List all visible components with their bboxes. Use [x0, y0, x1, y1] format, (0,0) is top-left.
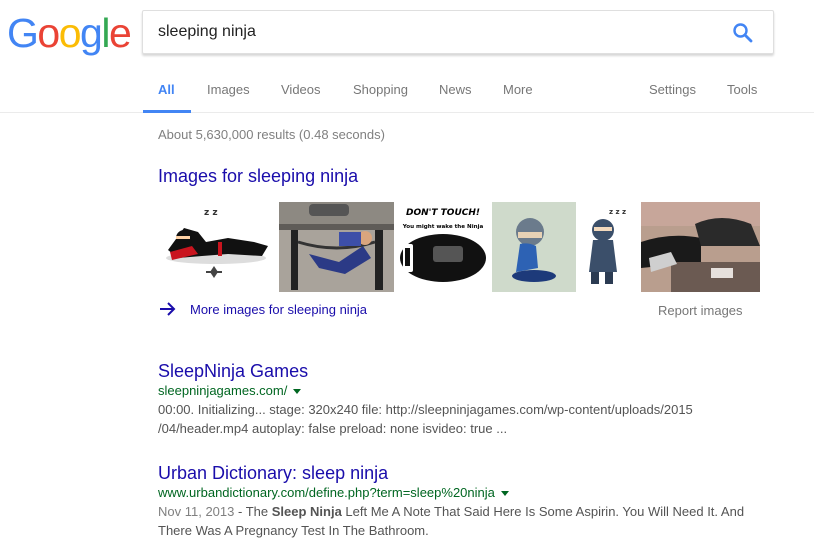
search-box [142, 10, 774, 54]
result-url-text: www.urbandictionary.com/define.php?term=… [158, 485, 495, 500]
logo-letter: g [80, 10, 103, 56]
snippet-highlight: Sleep Ninja [271, 504, 342, 519]
search-icon [733, 23, 753, 43]
result-snippet: 00:00. Initializing... stage: 320x240 fi… [158, 400, 758, 438]
image-thumbnail-2[interactable] [279, 202, 394, 292]
logo-letter: o [58, 10, 82, 56]
logo-letter: e [108, 10, 132, 56]
sleeping-ninja-cartoon-image: z z [158, 202, 274, 292]
result-url: www.urbandictionary.com/define.php?term=… [158, 484, 758, 502]
snippet-line: Nov 11, 2013 - The Sleep Ninja Left Me A… [158, 502, 758, 521]
snippet-line: There Was A Pregnancy Test In The Bathro… [158, 523, 429, 538]
header: Google All Images Videos Shopping News M… [0, 0, 814, 113]
dont-touch-text: DON'T TOUCH! [406, 208, 480, 218]
zzz-label: z z [204, 208, 218, 218]
people-sleeping-at-desks-photo [641, 202, 760, 292]
sleepy-ninja-cartoon-image: z z z [581, 202, 636, 292]
tab-shopping[interactable]: Shopping [353, 82, 408, 97]
report-images-link[interactable]: Report images [658, 303, 743, 318]
tab-news[interactable]: News [439, 82, 472, 97]
snippet-line: /04/header.mp4 autoplay: false preload: … [158, 421, 508, 436]
search-input[interactable] [158, 11, 718, 53]
wake-ninja-text: You might wake the Ninja [402, 224, 484, 230]
snippet-text: Left Me A Note That Said Here Is Some As… [341, 504, 745, 519]
images-heading-link[interactable]: Images for sleeping ninja [158, 166, 358, 187]
tab-images[interactable]: Images [207, 82, 250, 97]
url-dropdown-caret-icon[interactable] [500, 491, 509, 497]
snippet-text: - The [234, 504, 272, 519]
result-url-text: sleepninjagames.com/ [158, 383, 288, 398]
image-thumbnail-5[interactable]: z z z [581, 202, 636, 292]
image-thumbnail-1[interactable]: z z [158, 202, 274, 292]
result-snippet: Nov 11, 2013 - The Sleep Ninja Left Me A… [158, 502, 758, 540]
active-tab-indicator [143, 110, 191, 113]
url-dropdown-caret-icon[interactable] [293, 389, 302, 395]
arrow-right-icon [160, 302, 176, 316]
chibi-ninja-image [492, 202, 576, 292]
result-title-link[interactable]: SleepNinja Games [158, 360, 758, 382]
tab-bar: All Images Videos Shopping News More Set… [0, 75, 814, 113]
tab-settings[interactable]: Settings [649, 82, 696, 97]
zzz-label: z z z [609, 208, 626, 216]
logo-letter: G [7, 10, 39, 56]
dont-touch-sign-image: DON'T TOUCH! You might wake the Ninja [399, 202, 487, 292]
tab-videos[interactable]: Videos [281, 82, 321, 97]
more-images-label: More images for sleeping ninja [190, 302, 368, 317]
man-sleeping-on-chain-photo [279, 202, 394, 292]
snippet-date: Nov 11, 2013 [158, 504, 235, 519]
result-title-link[interactable]: Urban Dictionary: sleep ninja [158, 462, 758, 484]
logo-letter: o [37, 10, 60, 56]
search-result: Urban Dictionary: sleep ninja www.urband… [158, 462, 758, 540]
logo-letter: l [101, 10, 110, 56]
tab-more[interactable]: More [503, 82, 533, 97]
google-logo[interactable]: Google [7, 10, 132, 56]
search-result: SleepNinja Games sleepninjagames.com/ 00… [158, 360, 758, 438]
search-button[interactable] [731, 21, 755, 45]
tab-tools[interactable]: Tools [727, 82, 757, 97]
result-url: sleepninjagames.com/ [158, 382, 758, 400]
image-thumbnail-6[interactable] [641, 202, 760, 292]
tab-all[interactable]: All [158, 82, 175, 97]
image-thumbnail-3[interactable]: DON'T TOUCH! You might wake the Ninja [399, 202, 487, 292]
result-stats: About 5,630,000 results (0.48 seconds) [158, 127, 385, 142]
image-thumbnail-4[interactable] [492, 202, 576, 292]
snippet-line: 00:00. Initializing... stage: 320x240 fi… [158, 402, 693, 417]
